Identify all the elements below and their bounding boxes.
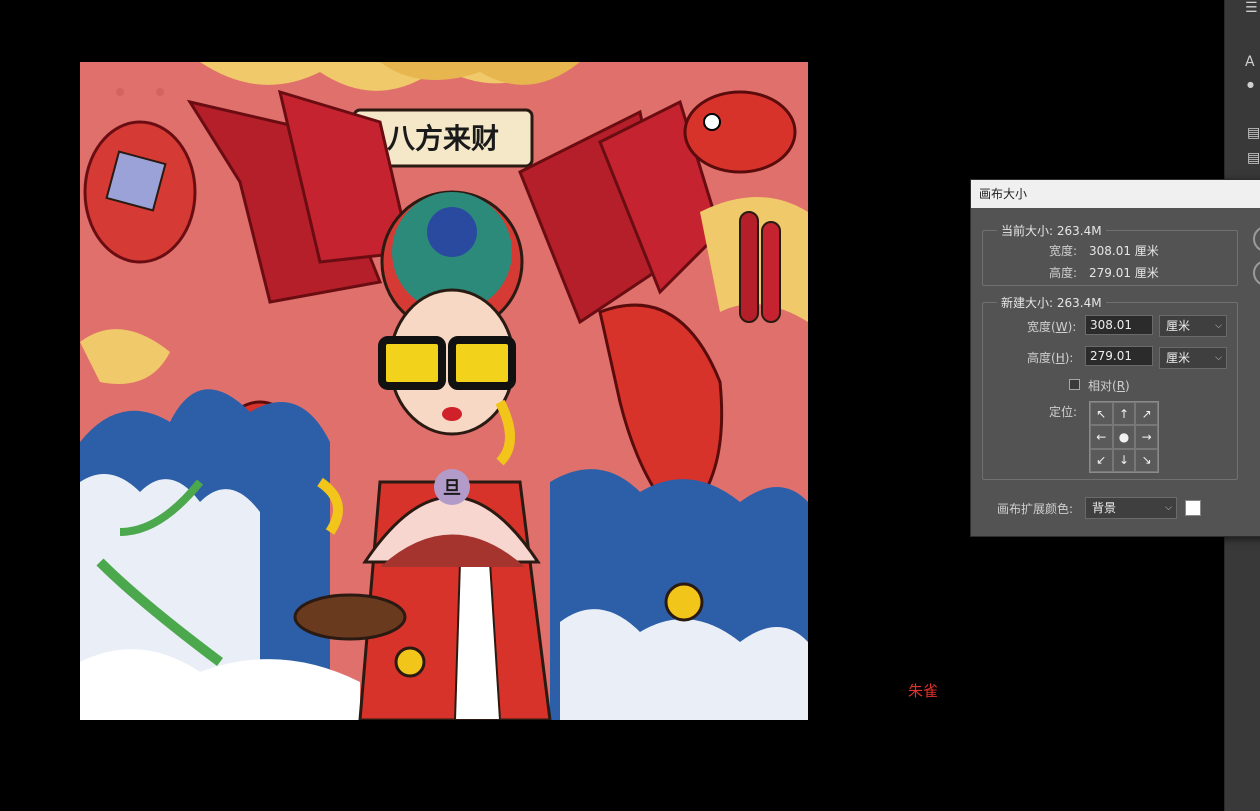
panel-icon-top[interactable]: ☰ (1245, 0, 1258, 16)
new-height-unit-select[interactable]: 厘米 ⌵ (1159, 347, 1227, 369)
current-width-label: 宽度: (1049, 244, 1078, 258)
relative-label: 相对(R) (1088, 379, 1130, 393)
current-size-legend: 当前大小: 263.4M (1001, 224, 1102, 238)
anchor-top-left[interactable]: ↖ (1090, 402, 1113, 426)
chevron-down-icon: ⌵ (1215, 321, 1222, 331)
banner-text: 八方来财 (387, 122, 499, 155)
new-width-unit-select[interactable]: 厘米 ⌵ (1159, 315, 1227, 337)
cancel-button[interactable] (1253, 260, 1260, 286)
anchor-grid: ↖ ↑ ↗ ← ● → ↙ ↓ ↘ (1089, 401, 1159, 473)
chevron-down-icon: ⌵ (1215, 353, 1222, 363)
current-height-value: 279.01 厘米 (1089, 266, 1159, 280)
fan-text: 旦 (443, 478, 461, 499)
current-width-value: 308.01 厘米 (1089, 244, 1159, 258)
watermark-text: 朱雀 (908, 682, 939, 700)
layers-icon[interactable]: ▤ (1247, 125, 1260, 141)
current-height-label: 高度: (1049, 266, 1078, 280)
anchor-bottom-left[interactable]: ↙ (1090, 448, 1113, 472)
extension-color-select[interactable]: 背景 ⌵ (1085, 497, 1177, 519)
anchor-right[interactable]: → (1135, 425, 1158, 449)
relative-checkbox[interactable] (1069, 379, 1080, 390)
new-size-legend: 新建大小: 263.4M (1001, 296, 1102, 310)
anchor-top-right[interactable]: ↗ (1135, 402, 1158, 426)
panel-glyph-dot[interactable]: ● (1247, 80, 1254, 89)
ok-button[interactable] (1253, 226, 1260, 252)
new-width-input[interactable]: 308.01 (1085, 315, 1153, 335)
dialog-titlebar[interactable]: 画布大小 (971, 180, 1260, 208)
extension-color-swatch[interactable] (1185, 500, 1201, 516)
anchor-center[interactable]: ● (1112, 425, 1136, 449)
chevron-down-icon: ⌵ (1165, 503, 1172, 513)
anchor-bottom[interactable]: ↓ (1112, 448, 1136, 472)
anchor-bottom-right[interactable]: ↘ (1135, 448, 1158, 472)
anchor-label: 定位: (1049, 405, 1078, 419)
artwork-illustration: 八方来财 旦 (80, 62, 808, 720)
document-canvas[interactable]: 八方来财 旦 (80, 62, 808, 720)
new-height-input[interactable]: 279.01 (1085, 346, 1153, 366)
anchor-top[interactable]: ↑ (1112, 402, 1136, 426)
new-height-label: 高度(H): (1027, 351, 1074, 365)
canvas-size-dialog: 画布大小 当前大小: 263.4M 宽度: 308.01 厘米 高度: 279.… (970, 179, 1260, 537)
panel-glyph-a[interactable]: A (1245, 54, 1255, 70)
document-icon[interactable]: ▤ (1247, 150, 1260, 166)
extension-color-label: 画布扩展颜色: (997, 502, 1074, 516)
anchor-left[interactable]: ← (1090, 425, 1113, 449)
new-width-label: 宽度(W): (1027, 320, 1077, 334)
